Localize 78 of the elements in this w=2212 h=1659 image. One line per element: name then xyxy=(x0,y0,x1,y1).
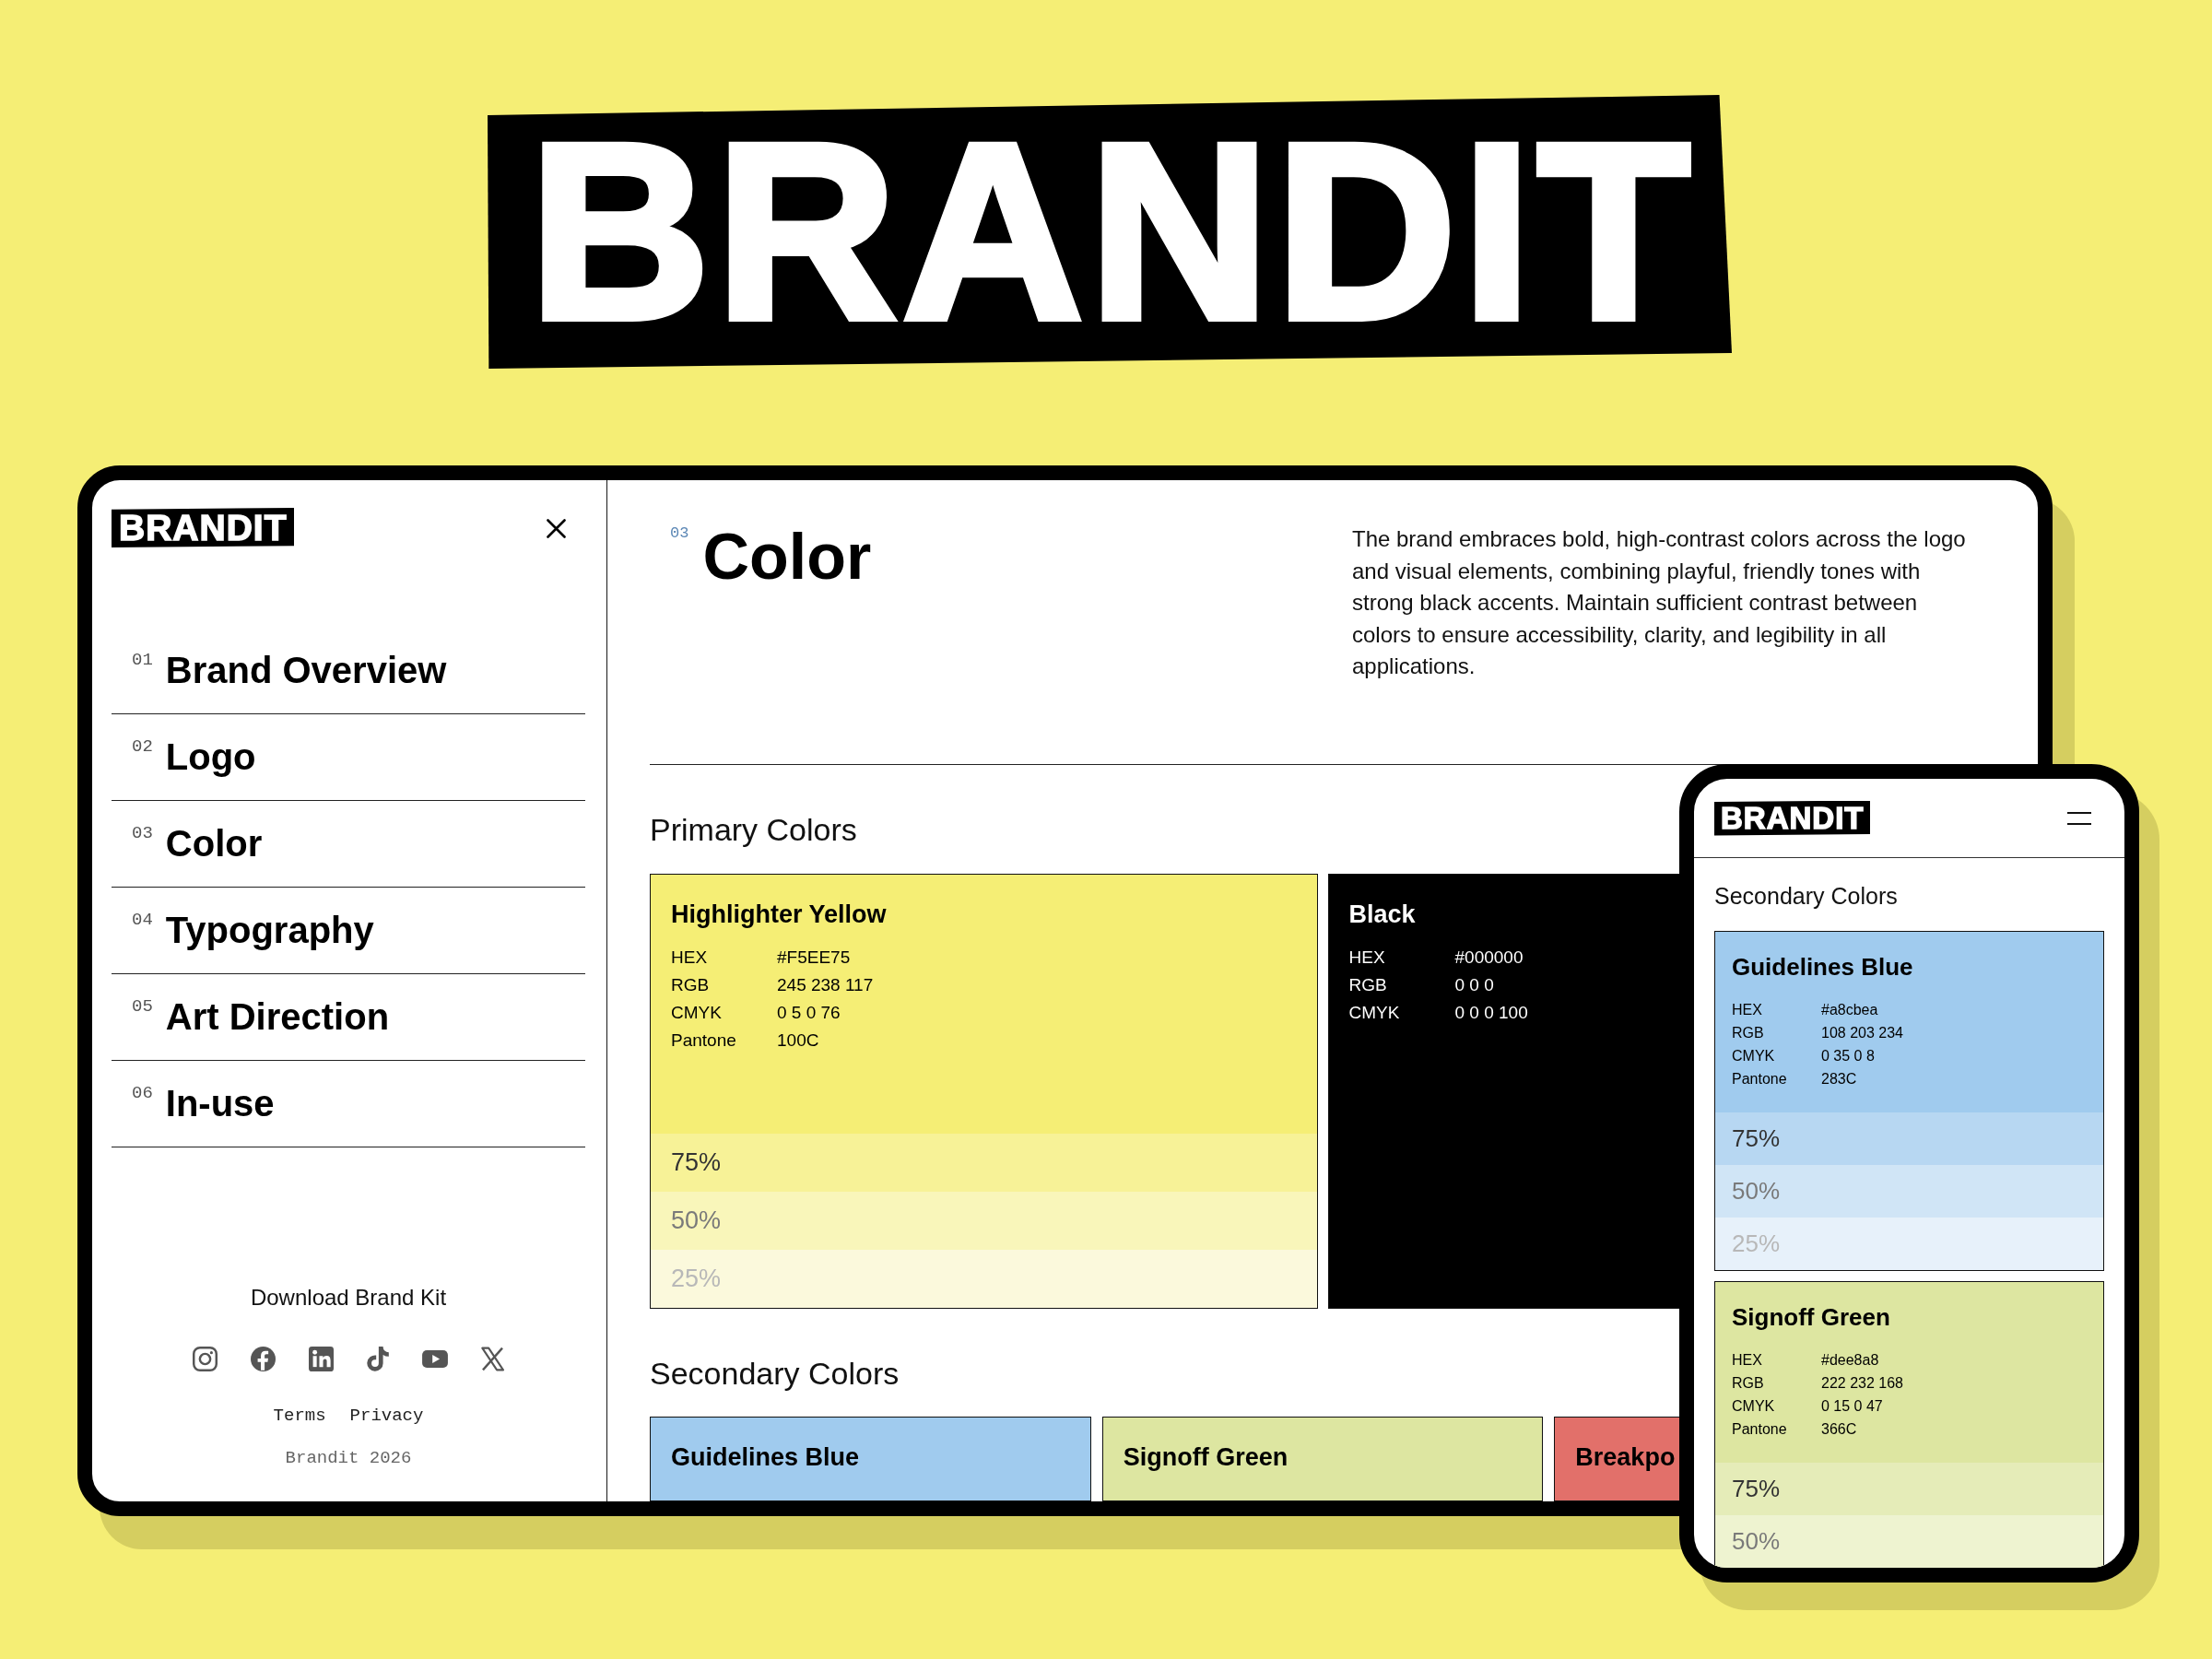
nav-number: 06 xyxy=(132,1085,153,1102)
spec-value: #F5EE75 xyxy=(777,947,851,970)
spec-value: 0 35 0 8 xyxy=(1821,1047,1875,1066)
spec-value: #a8cbea xyxy=(1821,1001,1878,1020)
brand-logo[interactable]: BRANDIT xyxy=(112,508,295,547)
spec-value: 0 5 0 76 xyxy=(777,1002,841,1025)
menu-icon[interactable] xyxy=(2067,811,2091,825)
copyright-text: Brandit 2026 xyxy=(285,1448,412,1469)
spec-value: 108 203 234 xyxy=(1821,1024,1903,1043)
linkedin-icon[interactable] xyxy=(309,1347,334,1372)
page-description: The brand embraces bold, high-contrast colors across the logo and visual elements, combining playful, friendly tones with strong black accents. Maintain sufficient contrast between colors to ensure accessibility, clarity, and legibility in all applications. xyxy=(1352,525,1967,680)
spec-value: #000000 xyxy=(1454,947,1524,970)
spec-value: 0 0 0 xyxy=(1454,974,1494,997)
spec-value: #dee8a8 xyxy=(1821,1351,1879,1371)
spec-label: RGB xyxy=(1732,1374,1764,1394)
spec-label: RGB xyxy=(1348,974,1387,997)
color-name: Signoff Green xyxy=(1123,1441,1288,1472)
color-name: Highlighter Yellow xyxy=(671,899,887,930)
spec-label: HEX xyxy=(1732,1001,1762,1020)
spec-label: RGB xyxy=(1732,1024,1764,1043)
spec-value: 222 232 168 xyxy=(1821,1374,1903,1394)
spec-value: 0 0 0 100 xyxy=(1454,1002,1528,1025)
section-heading: Secondary Colors xyxy=(650,1354,900,1393)
color-name: Black xyxy=(1348,899,1416,930)
facebook-icon[interactable] xyxy=(251,1347,276,1372)
page-title: Color xyxy=(702,522,872,593)
brand-logo: BRANDIT xyxy=(488,95,1732,369)
spec-value: 366C xyxy=(1821,1420,1857,1440)
section-number: 03 xyxy=(670,525,689,541)
footer-link[interactable]: Terms xyxy=(273,1406,326,1428)
x-icon[interactable] xyxy=(481,1347,504,1372)
tint-swatch: 25% xyxy=(1715,1218,2103,1270)
spec-value: 100C xyxy=(777,1030,819,1053)
tint-swatch: 50% xyxy=(1715,1515,2103,1568)
brand-logo[interactable]: BRANDIT xyxy=(1714,800,1871,836)
section-heading: Secondary Colors xyxy=(1714,882,1898,910)
spec-label: HEX xyxy=(671,947,708,970)
spec-label: RGB xyxy=(671,974,710,997)
download-link[interactable]: Download Brand Kit xyxy=(250,1284,447,1312)
tint-swatch: 75% xyxy=(1715,1463,2103,1515)
nav-number: 02 xyxy=(132,738,153,756)
nav-link[interactable]: Color xyxy=(165,821,263,865)
color-name: Guidelines Blue xyxy=(671,1441,860,1472)
spec-label: CMYK xyxy=(1732,1397,1775,1417)
spec-label: Pantone xyxy=(1732,1070,1787,1089)
close-icon[interactable] xyxy=(547,519,566,538)
nav-link[interactable]: In-use xyxy=(165,1081,275,1125)
instagram-icon[interactable] xyxy=(193,1347,218,1372)
tint-swatch: 50% xyxy=(651,1191,1317,1250)
color-name: Guidelines Blue xyxy=(1732,953,1913,982)
tint-swatch: 75% xyxy=(651,1133,1317,1192)
spec-label: Pantone xyxy=(1732,1420,1787,1440)
color-name: Signoff Green xyxy=(1732,1303,1890,1333)
nav-link[interactable]: Art Direction xyxy=(165,994,390,1039)
tint-swatch: 25% xyxy=(651,1249,1317,1308)
spec-label: CMYK xyxy=(1348,1002,1400,1025)
spec-label: HEX xyxy=(1732,1351,1762,1371)
tiktok-icon[interactable] xyxy=(367,1347,389,1372)
tint-swatch: 75% xyxy=(1715,1112,2103,1165)
nav-number: 01 xyxy=(132,652,153,669)
nav-number: 04 xyxy=(132,912,153,929)
color-name: Breakpo xyxy=(1575,1441,1676,1472)
tint-swatch: 50% xyxy=(1715,1165,2103,1218)
nav-number: 03 xyxy=(132,825,153,842)
spec-value: 0 15 0 47 xyxy=(1821,1397,1883,1417)
nav-number: 05 xyxy=(132,998,153,1016)
spec-value: 245 238 117 xyxy=(777,974,874,997)
youtube-icon[interactable] xyxy=(422,1350,448,1369)
spec-label: HEX xyxy=(1348,947,1385,970)
nav-link[interactable]: Logo xyxy=(165,735,256,779)
nav-link[interactable]: Brand Overview xyxy=(165,648,447,692)
footer-link[interactable]: Privacy xyxy=(349,1406,424,1428)
spec-label: CMYK xyxy=(1732,1047,1775,1066)
spec-label: CMYK xyxy=(671,1002,722,1025)
nav-link[interactable]: Typography xyxy=(165,908,374,952)
spec-value: 283C xyxy=(1821,1070,1857,1089)
spec-label: Pantone xyxy=(671,1030,736,1053)
section-heading: Primary Colors xyxy=(650,811,857,849)
